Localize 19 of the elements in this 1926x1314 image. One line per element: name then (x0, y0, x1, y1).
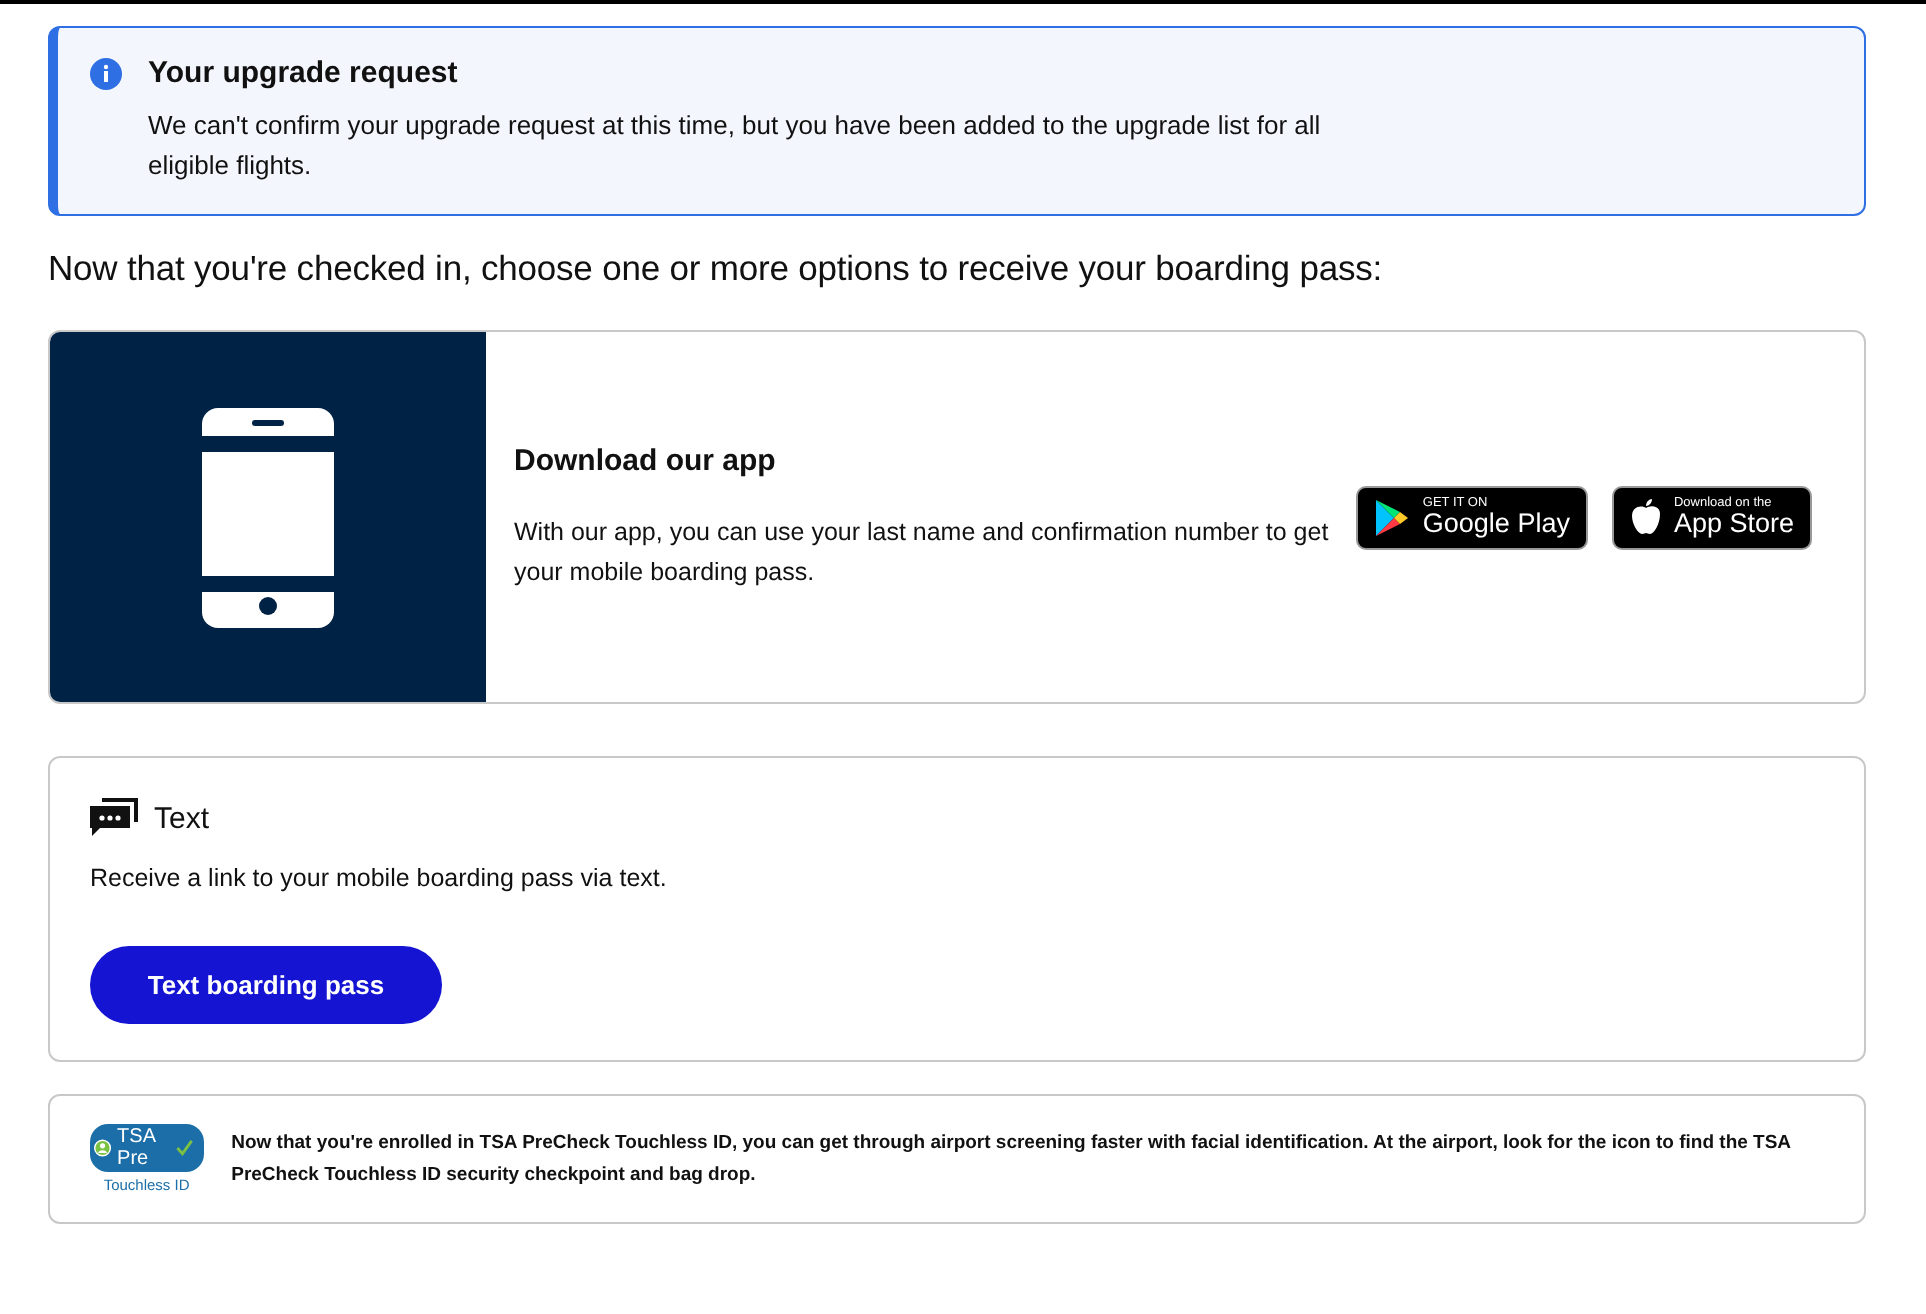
info-icon (90, 57, 122, 89)
logo-text: TSA Pre (117, 1126, 158, 1170)
tsa-message: Now that you're enrolled in TSA PreCheck Touchless ID, you can get through airport screening faster with facial identification. At the airport, look for the icon to find the TSA PreCheck Touchless ID security checkpoint and bag drop. (231, 1129, 1793, 1189)
alert-message: We can't confirm your upgrade request at this time, but you have been added to the upgrade list for all eligible flights. (148, 108, 1323, 184)
card-description: Receive a link to your mobile boarding pass via text. (90, 862, 667, 896)
card-title: Text (154, 801, 210, 835)
text-boarding-pass-button[interactable]: Text boarding pass (90, 946, 442, 1024)
check-icon (176, 1136, 194, 1160)
page-heading: Now that you're checked in, choose one or more options to receive your boarding pass: (48, 248, 1385, 290)
card-description: With our app, you can use your last name and confirmation number to get your mobile boarding pass. (514, 515, 1329, 590)
badge-store-name: Google Play (1422, 510, 1570, 537)
apple-icon (1629, 498, 1662, 536)
alert-title: Your upgrade request (148, 56, 458, 90)
person-icon (94, 1136, 112, 1160)
chat-icon (90, 798, 138, 838)
card-title: Download our app (514, 443, 778, 477)
phone-icon (202, 407, 334, 627)
play-icon (1374, 497, 1411, 537)
badge-store-name: App Store (1673, 510, 1794, 537)
